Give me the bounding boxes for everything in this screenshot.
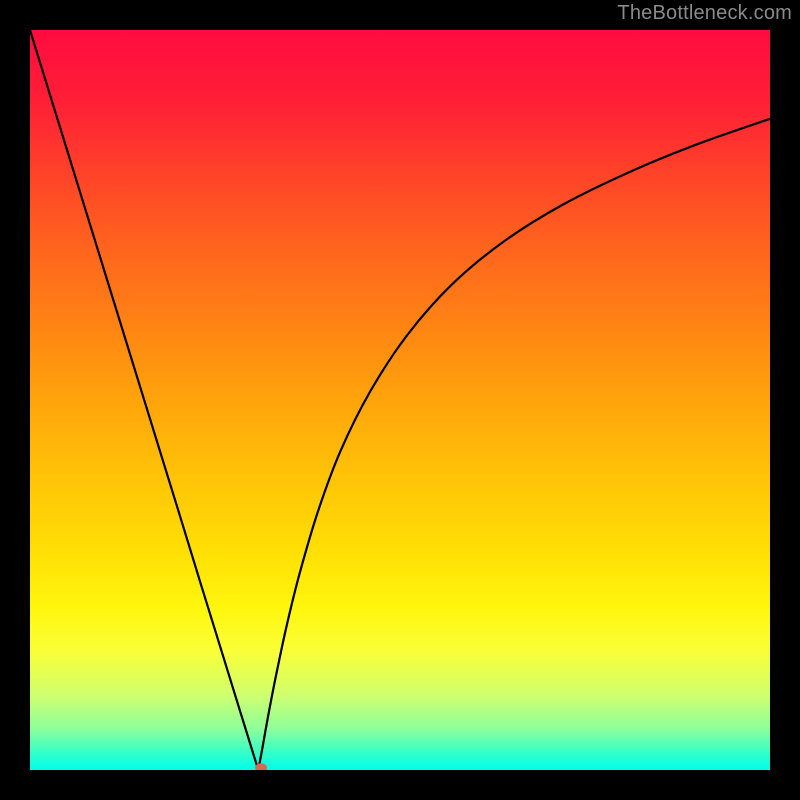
watermark-text: TheBottleneck.com [617, 2, 792, 25]
curve-left-branch [30, 30, 258, 770]
plot-area [30, 30, 770, 770]
minimum-marker [255, 763, 267, 770]
curve-right-branch [258, 119, 770, 770]
bottleneck-curve [30, 30, 770, 770]
chart-frame: TheBottleneck.com [0, 0, 800, 800]
